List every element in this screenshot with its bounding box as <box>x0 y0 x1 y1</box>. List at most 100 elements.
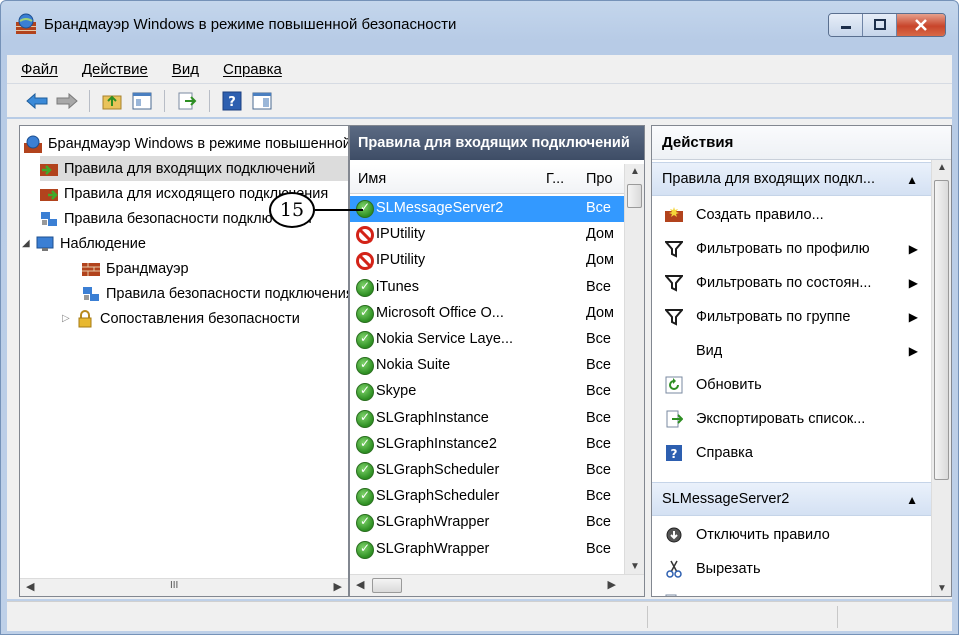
rule-profile: Все <box>586 409 611 426</box>
action-item[interactable]: Фильтровать по группе ▶ <box>652 300 932 334</box>
action-item[interactable]: Фильтровать по профилю ▶ <box>652 232 932 266</box>
action-label: Справка <box>696 445 753 461</box>
action-label: Создать правило... <box>696 207 824 223</box>
show-action-pane-button[interactable] <box>250 89 274 113</box>
table-row[interactable]: Nokia Service Laye... Все <box>350 327 624 353</box>
maximize-button[interactable] <box>863 14 897 36</box>
collapse-section-icon[interactable]: ▲ <box>906 493 918 507</box>
rule-profile: Все <box>586 462 611 478</box>
allow-rule-icon <box>356 488 374 507</box>
tree-item-monitor-connection-security[interactable]: Правила безопасности подключения <box>82 281 349 306</box>
scrollbar-thumb[interactable] <box>372 578 402 593</box>
table-row[interactable]: SLGraphWrapper Все <box>350 510 624 536</box>
action-item[interactable]: Вид ▶ <box>652 334 932 368</box>
scroll-up-icon[interactable]: ▲ <box>937 162 947 173</box>
minimize-button[interactable] <box>829 14 863 36</box>
section-label: SLMessageServer2 <box>662 491 790 507</box>
menu-action[interactable]: Действие <box>82 61 148 78</box>
action-item[interactable]: Копировать <box>652 586 932 596</box>
table-row[interactable]: Skype Все <box>350 379 624 405</box>
scroll-down-icon[interactable]: ▼ <box>937 583 947 594</box>
block-rule-icon <box>356 226 374 245</box>
allow-rule-icon <box>356 514 374 533</box>
column-header-group[interactable]: Г... <box>546 171 564 187</box>
tree-item-firewall[interactable]: Брандмауэр <box>82 256 189 281</box>
rules-horizontal-scrollbar[interactable]: ◀ ▶ <box>350 574 644 596</box>
table-row[interactable]: SLMessageServer2 Все <box>350 196 624 222</box>
show-tree-button[interactable] <box>130 89 154 113</box>
collapse-arrow-icon[interactable]: ◢ <box>22 238 36 249</box>
table-row[interactable]: IPUtility Дом <box>350 222 624 248</box>
table-row[interactable]: SLGraphScheduler Все <box>350 484 624 510</box>
blank-icon <box>664 341 684 361</box>
scroll-left-icon[interactable]: ◀ <box>356 578 364 591</box>
actions-section-rule[interactable]: SLMessageServer2 ▲ <box>652 482 932 516</box>
rule-profile: Все <box>586 200 611 216</box>
menu-bar: Файл Действие Вид Справка <box>7 55 952 83</box>
rules-pane: Правила для входящих подключений Имя Г..… <box>349 125 645 597</box>
svg-text:?: ? <box>671 447 678 461</box>
column-header-profile[interactable]: Про <box>586 171 613 187</box>
menu-view[interactable]: Вид <box>172 61 199 78</box>
scroll-right-icon[interactable]: ▶ <box>608 578 616 591</box>
tree-root[interactable]: Брандмауэр Windows в режиме повышенной б… <box>24 131 348 156</box>
tree-item-security-associations[interactable]: ▷ Сопоставления безопасности <box>62 306 300 331</box>
allow-rule-icon <box>356 409 374 428</box>
scroll-up-icon[interactable]: ▲ <box>630 166 640 177</box>
rule-name: IPUtility <box>376 252 426 269</box>
action-item[interactable]: Вырезать <box>652 552 932 586</box>
title-bar[interactable]: Брандмауэр Windows в режиме повышенной б… <box>1 1 958 47</box>
table-row[interactable]: Microsoft Office O... Дом <box>350 301 624 327</box>
table-row[interactable]: SLGraphInstance Все <box>350 406 624 432</box>
help-button[interactable]: ? <box>220 89 244 113</box>
tree-horizontal-scrollbar[interactable]: ◀ III ▶ <box>20 578 348 596</box>
actions-vertical-scrollbar[interactable]: ▲ ▼ <box>931 160 951 596</box>
scroll-left-icon[interactable]: ◀ <box>26 580 34 593</box>
expand-arrow-icon[interactable]: ▷ <box>62 313 76 324</box>
action-item[interactable]: Обновить <box>652 368 932 402</box>
rules-vertical-scrollbar[interactable]: ▲ ▼ <box>624 164 644 574</box>
tree-item-label: Правила безопасности подключения <box>106 285 349 302</box>
forward-button[interactable] <box>55 89 79 113</box>
allow-rule-icon <box>356 540 374 559</box>
callout-marker: 15 <box>269 192 315 228</box>
table-row[interactable]: SLGraphScheduler Все <box>350 458 624 484</box>
tree-item-monitoring[interactable]: ◢ Наблюдение <box>22 231 146 256</box>
action-item[interactable]: ? Справка <box>652 436 932 470</box>
collapse-section-icon[interactable]: ▲ <box>906 173 918 187</box>
action-label: Обновить <box>696 377 762 393</box>
table-row[interactable]: IPUtility Дом <box>350 248 624 274</box>
rule-name: iTunes <box>376 278 419 295</box>
export-list-button[interactable] <box>175 89 199 113</box>
up-folder-button[interactable] <box>100 89 124 113</box>
scroll-right-icon[interactable]: ▶ <box>334 580 342 593</box>
close-button[interactable] <box>897 14 945 36</box>
action-item[interactable]: Создать правило... <box>652 198 932 232</box>
allow-rule-icon <box>356 462 374 480</box>
action-label: Копировать <box>696 595 774 596</box>
rule-name: SLGraphWrapper <box>376 540 490 557</box>
table-row[interactable]: SLGraphWrapper Все <box>350 537 624 563</box>
action-item[interactable]: Отключить правило <box>652 518 932 552</box>
action-item[interactable]: Экспортировать список... <box>652 402 932 436</box>
computers-icon <box>82 285 100 303</box>
action-label: Фильтровать по группе <box>696 309 851 325</box>
brick-wall-icon <box>82 260 100 278</box>
table-row[interactable]: iTunes Все <box>350 275 624 301</box>
scrollbar-thumb[interactable] <box>627 184 642 208</box>
table-row[interactable]: SLGraphInstance2 Все <box>350 432 624 458</box>
actions-section-inbound[interactable]: Правила для входящих подкл... ▲ <box>652 162 932 196</box>
back-button[interactable] <box>25 89 49 113</box>
menu-file[interactable]: Файл <box>21 61 58 78</box>
maximize-icon <box>873 19 886 30</box>
tree-item-inbound-rules[interactable]: Правила для входящих подключений <box>40 156 348 181</box>
column-header-name[interactable]: Имя <box>358 171 386 187</box>
table-row[interactable]: Nokia Suite Все <box>350 353 624 379</box>
rule-profile: Все <box>586 540 611 557</box>
action-label: Фильтровать по состоян... <box>696 275 872 291</box>
menu-help[interactable]: Справка <box>223 61 282 78</box>
action-item[interactable]: Фильтровать по состоян... ▶ <box>652 266 932 300</box>
scrollbar-thumb[interactable] <box>934 180 949 480</box>
scroll-down-icon[interactable]: ▼ <box>630 561 640 572</box>
back-arrow-icon <box>26 92 48 109</box>
